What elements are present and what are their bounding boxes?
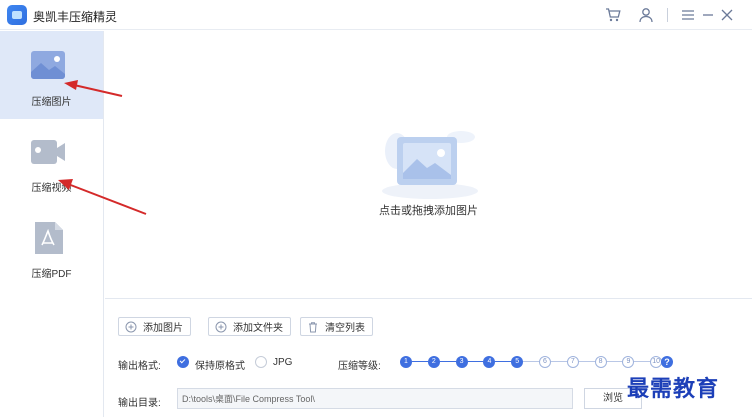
level-connector (467, 361, 484, 362)
sidebar-item-compress-pdf[interactable]: 压缩PDF (0, 209, 103, 297)
level-connector (606, 361, 623, 362)
plus-circle-icon (125, 321, 137, 332)
output-dir-label: 输出目录: (118, 398, 161, 409)
clear-list-button[interactable]: 清空列表 (300, 317, 373, 336)
level-connector (578, 361, 595, 362)
image-icon (31, 51, 65, 79)
minimize-icon[interactable] (699, 6, 717, 24)
watermark: 最需教育 (627, 376, 720, 402)
level-dot-3[interactable]: 3 (455, 356, 468, 368)
add-folder-label: 添加文件夹 (233, 323, 283, 334)
menu-icon[interactable] (679, 6, 697, 24)
help-icon[interactable]: ? (661, 356, 673, 368)
level-dot-7[interactable]: 7 (566, 356, 579, 368)
trash-icon (309, 321, 317, 332)
compression-level-slider[interactable]: 1 2 3 4 5 6 7 8 9 10 (400, 356, 663, 370)
app-title: 奥凯丰压缩精灵 (33, 10, 118, 24)
level-dot-5[interactable]: 5 (511, 356, 524, 368)
user-icon[interactable] (637, 6, 655, 24)
level-connector (439, 361, 456, 362)
sidebar-item-compress-video[interactable]: 压缩视频 (0, 119, 103, 207)
drop-zone[interactable]: 点击或拖拽添加图片 (105, 31, 752, 299)
app-window: 奥凯丰压缩精灵 压缩图片 压缩视频 压缩PDF 点击或拖拽添加图片 添加图片 添… (0, 0, 752, 417)
title-separator (667, 8, 668, 22)
pdf-icon (35, 222, 63, 254)
add-image-label: 添加图片 (143, 323, 183, 334)
drop-zone-hint: 点击或拖拽添加图片 (379, 205, 478, 217)
level-dot-9[interactable]: 9 (622, 356, 635, 368)
level-connector (523, 361, 539, 362)
radio-keep-format-label: 保持原格式 (195, 361, 245, 372)
level-dot-8[interactable]: 8 (594, 356, 607, 368)
video-icon (31, 140, 65, 164)
level-connector (634, 361, 651, 362)
sidebar-item-label: 压缩视频 (31, 183, 72, 194)
compression-level-label: 压缩等级: (338, 361, 381, 372)
title-bar: 奥凯丰压缩精灵 (0, 0, 752, 30)
sidebar-item-compress-image[interactable]: 压缩图片 (0, 31, 103, 119)
level-dot-6[interactable]: 6 (539, 356, 551, 368)
sidebar-item-label: 压缩PDF (31, 269, 72, 280)
level-dot-2[interactable]: 2 (427, 356, 440, 368)
add-image-button[interactable]: 添加图片 (118, 317, 191, 336)
app-logo (7, 5, 27, 25)
level-connector (551, 361, 567, 362)
close-icon[interactable] (718, 6, 736, 24)
sidebar-item-label: 压缩图片 (31, 97, 72, 108)
clear-list-label: 清空列表 (325, 323, 365, 334)
level-connector (495, 361, 512, 362)
output-format-label: 输出格式: (118, 361, 161, 372)
output-dir-field[interactable] (177, 388, 573, 409)
add-folder-button[interactable]: 添加文件夹 (208, 317, 291, 336)
level-connector (412, 361, 428, 362)
level-dot-1[interactable]: 1 (400, 356, 412, 368)
sidebar: 压缩图片 压缩视频 压缩PDF (0, 31, 104, 417)
radio-jpg-label: JPG (273, 357, 293, 368)
radio-jpg[interactable] (255, 356, 267, 368)
cart-icon[interactable] (604, 6, 622, 24)
level-dot-4[interactable]: 4 (483, 356, 496, 368)
plus-circle-icon (215, 321, 227, 332)
image-placeholder-icon (382, 131, 478, 199)
radio-keep-format[interactable] (177, 356, 189, 368)
